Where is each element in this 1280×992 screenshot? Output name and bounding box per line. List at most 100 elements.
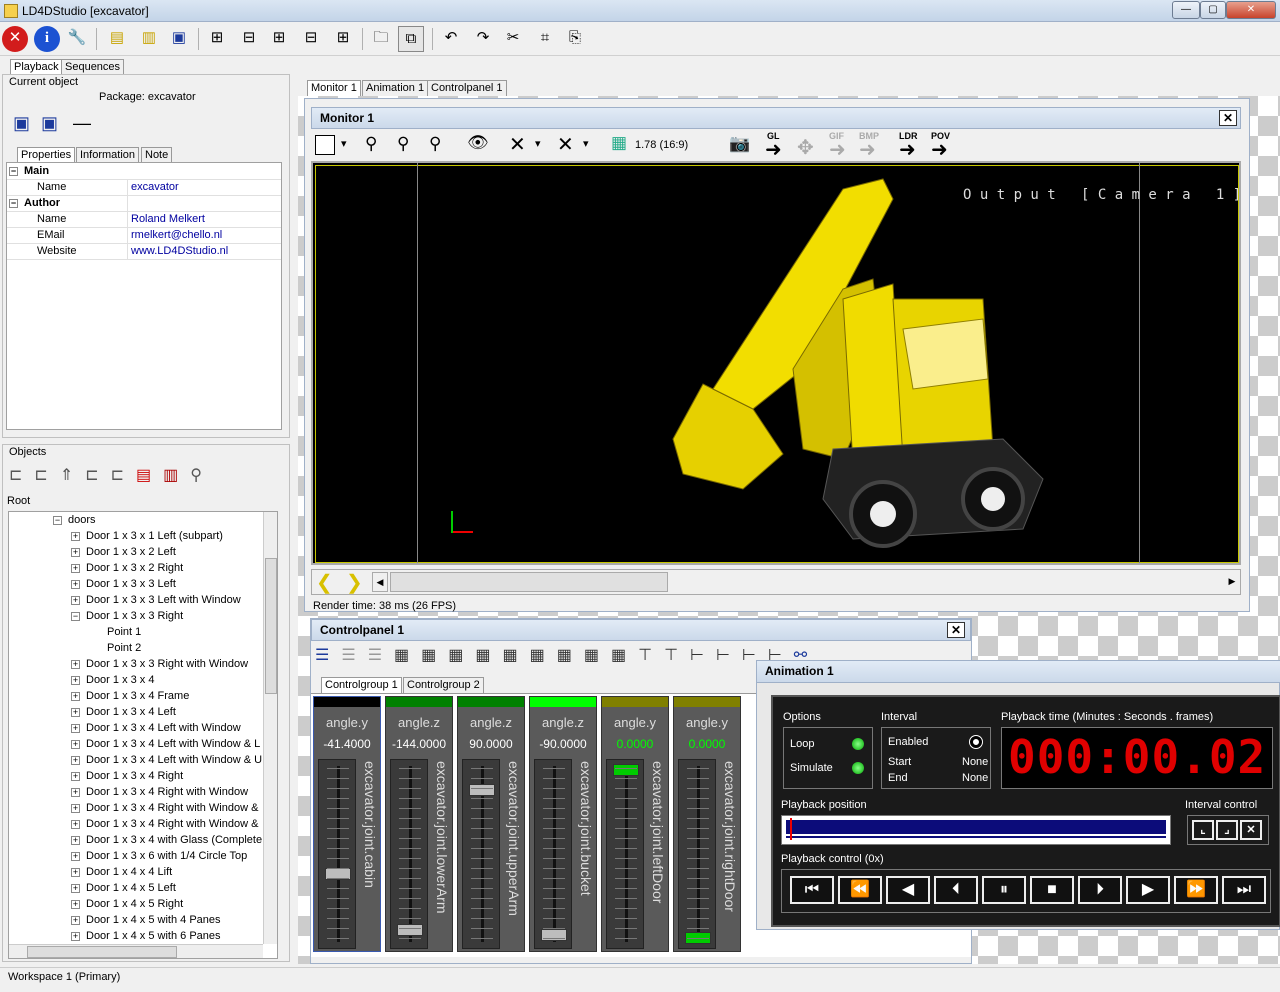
chevron-down-icon[interactable]: ▾: [583, 137, 589, 150]
playback-position-slider[interactable]: [781, 815, 1171, 845]
tree-item[interactable]: Point 1: [107, 624, 141, 640]
eye-icon[interactable]: 👁: [467, 133, 489, 153]
camera-rotate-icon[interactable]: ⚲: [397, 134, 409, 154]
workspace-label[interactable]: Workspace 1 (Primary): [8, 971, 120, 983]
tree-folder-doors[interactable]: − doors: [53, 512, 96, 528]
scroll-right-button[interactable]: ▶: [1224, 572, 1240, 592]
tab-controlgroup-1[interactable]: Controlgroup 1: [321, 677, 402, 693]
tab-controlpanel-1[interactable]: Controlpanel 1: [427, 80, 507, 96]
align-icon[interactable]: ⊢: [690, 647, 716, 664]
list-add-icon[interactable]: ☰: [368, 647, 394, 664]
stop-button[interactable]: ■: [1030, 876, 1074, 904]
redo-icon[interactable]: ↷: [470, 26, 496, 52]
close-icon[interactable]: ✕: [2, 26, 28, 52]
add-camera-icon[interactable]: ⊟: [236, 26, 262, 52]
tree-item[interactable]: − Door 1 x 3 x 3 Right: [71, 608, 183, 624]
slider-track[interactable]: [606, 759, 644, 949]
tree-vscroll-thumb[interactable]: [265, 558, 277, 694]
slider-icon[interactable]: ▦: [611, 647, 638, 664]
strip-value[interactable]: 0.0000: [674, 737, 740, 751]
prop-value[interactable]: excavator: [131, 180, 179, 196]
tree-item[interactable]: + Door 1 x 3 x 1 Left (subpart): [71, 528, 223, 544]
slider-icon[interactable]: ▦: [503, 647, 530, 664]
save-as-object-icon[interactable]: ▣: [41, 113, 63, 135]
slider-icon[interactable]: ▦: [475, 647, 502, 664]
crop-icon[interactable]: ⌗: [532, 26, 558, 52]
main-section[interactable]: − Main: [9, 164, 49, 180]
save-icon[interactable]: ▣: [166, 26, 192, 52]
maximize-button[interactable]: ▢: [1200, 1, 1226, 19]
author-section[interactable]: − Author: [9, 196, 60, 212]
tree-hscrollbar[interactable]: [9, 944, 263, 958]
pause-button[interactable]: ⏸: [982, 876, 1026, 904]
add-light-icon[interactable]: ⊞: [266, 26, 292, 52]
tree-item[interactable]: Point 2: [107, 640, 141, 656]
tree-vscrollbar[interactable]: [263, 512, 277, 944]
tree-add-child-icon[interactable]: ⊏: [34, 467, 59, 484]
slider-knob[interactable]: [397, 923, 423, 936]
tab-properties[interactable]: Properties: [17, 147, 76, 163]
slider-track[interactable]: [678, 759, 716, 949]
add-control-icon[interactable]: ⊞: [330, 26, 356, 52]
save-object-icon[interactable]: ▣: [13, 113, 35, 135]
set-interval-start-button[interactable]: ⌞: [1192, 820, 1214, 840]
arrow-right-icon[interactable]: ➜: [931, 137, 948, 162]
next-frame-icon[interactable]: ❯: [346, 570, 363, 595]
go-to-start-button[interactable]: ⏮: [790, 876, 834, 904]
tab-note[interactable]: Note: [141, 147, 173, 163]
slider-icon[interactable]: ▦: [421, 647, 448, 664]
tree-item[interactable]: + Door 1 x 4 x 5 Left: [71, 880, 176, 896]
slider-icon[interactable]: ▦: [557, 647, 584, 664]
aspect-icon[interactable]: ▦: [611, 133, 627, 153]
prop-value[interactable]: Roland Melkert: [131, 212, 205, 228]
interval-enabled-toggle[interactable]: [970, 736, 982, 748]
tree-properties-icon[interactable]: ▤: [136, 467, 163, 484]
arrow-right-icon[interactable]: ➜: [765, 137, 782, 162]
axis-icon[interactable]: ✕: [509, 132, 526, 157]
binoculars-icon[interactable]: ⚲: [190, 467, 214, 484]
strip-value[interactable]: 0.0000: [602, 737, 668, 751]
play-backward-button[interactable]: ◀: [886, 876, 930, 904]
tree-item[interactable]: + Door 1 x 3 x 4 Right with Window &: [71, 816, 258, 832]
play-button[interactable]: ▶: [1126, 876, 1170, 904]
edit-icon[interactable]: ▥: [136, 26, 162, 52]
wrench-icon[interactable]: 🔧: [64, 26, 90, 52]
end-value[interactable]: None: [962, 772, 988, 784]
strip-value[interactable]: 90.0000: [458, 737, 524, 751]
new-sequence-icon[interactable]: ▤: [104, 26, 130, 52]
tree-item[interactable]: + Door 1 x 3 x 3 Left: [71, 576, 176, 592]
slider-icon[interactable]: ▦: [530, 647, 557, 664]
camera-zoom-icon[interactable]: ⚲: [429, 134, 441, 154]
add-object-icon[interactable]: ⊞: [204, 26, 230, 52]
paste-icon[interactable]: ⎘: [562, 26, 588, 52]
tree-item[interactable]: + Door 1 x 4 x 5 Right: [71, 896, 183, 912]
arrow-right-icon[interactable]: ➜: [899, 137, 916, 162]
tab-controlgroup-2[interactable]: Controlgroup 2: [403, 677, 484, 693]
slider-track[interactable]: [462, 759, 500, 949]
prop-value[interactable]: rmelkert@chello.nl: [131, 228, 222, 244]
tree-item[interactable]: + Door 1 x 3 x 3 Left with Window: [71, 592, 241, 608]
tree-item[interactable]: + Door 1 x 3 x 4: [71, 672, 154, 688]
simulate-toggle[interactable]: [852, 762, 864, 774]
list-icon[interactable]: ☰: [341, 647, 367, 664]
tree-item[interactable]: + Door 1 x 3 x 4 Left with Window & L: [71, 736, 260, 752]
slider-icon[interactable]: ▦: [448, 647, 475, 664]
tree-item[interactable]: + Door 1 x 3 x 4 with Glass (Complete: [71, 832, 262, 848]
axis2-icon[interactable]: ✕: [557, 132, 574, 157]
arrow-right-icon[interactable]: ➜: [829, 137, 846, 162]
slider-track[interactable]: [390, 759, 428, 949]
slider-track[interactable]: [534, 759, 572, 949]
info-icon[interactable]: i: [34, 26, 60, 52]
step-forward-button[interactable]: ⏵: [1078, 876, 1122, 904]
align-icon[interactable]: ⊢: [716, 647, 742, 664]
viewport-mode-dropdown[interactable]: [315, 135, 335, 155]
books-icon[interactable]: ▥: [163, 467, 190, 484]
tree-item[interactable]: + Door 1 x 3 x 2 Right: [71, 560, 183, 576]
tree-item[interactable]: + Door 1 x 4 x 5 with 4 Panes: [71, 912, 221, 928]
add-group-icon[interactable]: ⊟: [298, 26, 324, 52]
tree-hscroll-thumb[interactable]: [27, 946, 177, 958]
arrow-right-icon[interactable]: ➜: [859, 137, 876, 162]
tree-move-up-icon[interactable]: ⇑: [60, 467, 85, 484]
tree-item[interactable]: + Door 1 x 4 x 5 with 6 Panes: [71, 928, 221, 944]
tree-add-icon[interactable]: ⊏: [9, 467, 34, 484]
